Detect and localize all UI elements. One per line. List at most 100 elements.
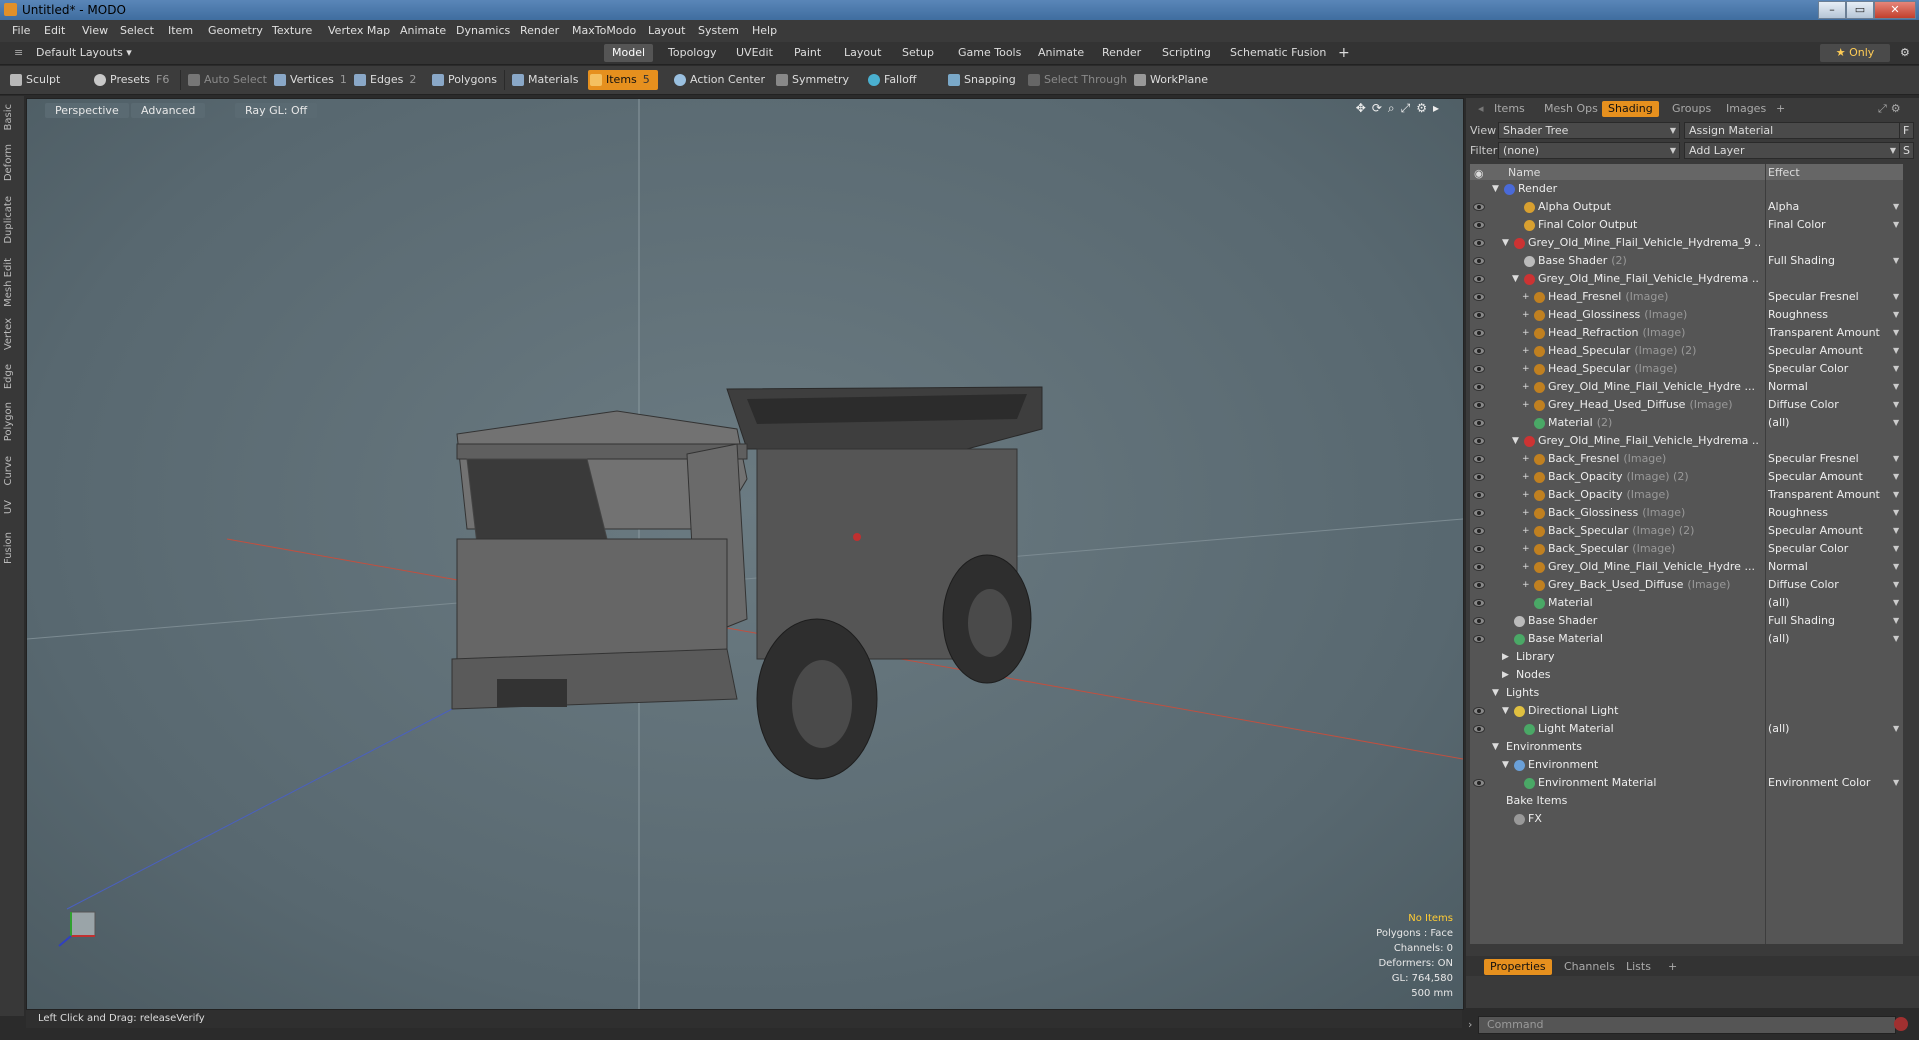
close-button[interactable]: ✕ [1874, 1, 1916, 19]
tree-row[interactable]: + Grey_Old_Mine_Flail_Vehicle_Hydre ... No… [1470, 378, 1903, 396]
visibility-eye-icon[interactable] [1473, 365, 1485, 373]
tree-row[interactable]: Alpha Output Alpha ▼ [1470, 198, 1903, 216]
tree-row[interactable]: ▼ Environment [1470, 756, 1903, 774]
tree-row[interactable]: + Back_Opacity (Image) Transparent Amount ▼ [1470, 486, 1903, 504]
chevron-down-icon[interactable]: ▼ [1893, 594, 1899, 612]
assign-material-dropdown[interactable]: Assign Material [1684, 122, 1900, 139]
effect-value[interactable]: Environment Color [1768, 774, 1888, 792]
visibility-eye-icon[interactable] [1473, 707, 1485, 715]
expand-toggle-icon[interactable]: + [1522, 504, 1530, 522]
tree-row[interactable]: Base Material (all) ▼ [1470, 630, 1903, 648]
expand-toggle-icon[interactable]: ▼ [1492, 738, 1499, 756]
s-button[interactable]: S [1899, 142, 1914, 159]
expand-toggle-icon[interactable]: + [1522, 450, 1530, 468]
visibility-eye-icon[interactable] [1473, 383, 1485, 391]
column-effect[interactable]: Effect [1768, 166, 1800, 179]
tree-row[interactable]: Environment Material Environment Color ▼ [1470, 774, 1903, 792]
auto-select-button[interactable]: Auto Select [186, 70, 267, 90]
column-name[interactable]: Name [1508, 166, 1540, 179]
tab-items[interactable]: Items [1488, 101, 1531, 117]
visibility-eye-icon[interactable] [1473, 401, 1485, 409]
add-panel-tab-button[interactable]: + [1770, 101, 1791, 117]
tree-row[interactable]: ▼ Grey_Old_Mine_Flail_Vehicle_Hydrema ... [1470, 270, 1903, 288]
visibility-eye-icon[interactable] [1473, 545, 1485, 553]
tree-row[interactable]: Light Material (all) ▼ [1470, 720, 1903, 738]
tab-setup[interactable]: Setup [894, 44, 942, 62]
add-bottom-tab-button[interactable]: + [1662, 959, 1683, 975]
select-through-button[interactable]: Select Through [1026, 70, 1127, 90]
expand-toggle-icon[interactable]: + [1522, 522, 1530, 540]
expand-toggle-icon[interactable]: ▶ [1502, 648, 1509, 666]
effect-value[interactable]: Alpha [1768, 198, 1888, 216]
edges-button[interactable]: Edges 2 [352, 70, 416, 90]
tab-topology[interactable]: Topology [660, 44, 725, 62]
add-tab-button[interactable]: + [1330, 44, 1358, 62]
sculpt-button[interactable]: Sculpt [8, 70, 60, 90]
record-icon[interactable] [1894, 1017, 1908, 1031]
visibility-eye-icon[interactable] [1473, 635, 1485, 643]
menu-system[interactable]: System [698, 24, 739, 37]
tree-row[interactable]: + Head_Specular (Image) Specular Color ▼ [1470, 360, 1903, 378]
effect-value[interactable]: (all) [1768, 630, 1888, 648]
tab-paint[interactable]: Paint [786, 44, 829, 62]
chevron-down-icon[interactable]: ▼ [1893, 252, 1899, 270]
vtab-edge[interactable]: Edge [3, 364, 14, 389]
tree-row[interactable]: Base Shader (2) Full Shading ▼ [1470, 252, 1903, 270]
effect-value[interactable]: Specular Amount [1768, 522, 1888, 540]
effect-value[interactable]: Specular Color [1768, 540, 1888, 558]
menu-maxtomodo[interactable]: MaxToModo [572, 24, 636, 37]
effect-value[interactable]: Diffuse Color [1768, 396, 1888, 414]
visibility-eye-icon[interactable] [1473, 599, 1485, 607]
chevron-down-icon[interactable]: ▼ [1893, 486, 1899, 504]
chevron-down-icon[interactable]: ▼ [1893, 378, 1899, 396]
materials-button[interactable]: Materials [510, 70, 578, 90]
tab-groups[interactable]: Groups [1666, 101, 1717, 117]
expand-toggle-icon[interactable]: + [1522, 360, 1530, 378]
chevron-down-icon[interactable]: ▼ [1893, 504, 1899, 522]
menu-vertex-map[interactable]: Vertex Map [328, 24, 390, 37]
visibility-eye-icon[interactable] [1473, 347, 1485, 355]
visibility-eye-icon[interactable] [1473, 311, 1485, 319]
tree-row[interactable]: ▶ Nodes [1470, 666, 1903, 684]
tab-lists[interactable]: Lists [1620, 959, 1657, 975]
menu-render[interactable]: Render [520, 24, 559, 37]
visibility-eye-icon[interactable] [1473, 455, 1485, 463]
symmetry-button[interactable]: Symmetry [774, 70, 849, 90]
vtab-deform[interactable]: Deform [3, 144, 14, 181]
chevron-down-icon[interactable]: ▼ [1893, 468, 1899, 486]
tree-row[interactable]: + Back_Opacity (Image) (2) Specular Amount ▼ [1470, 468, 1903, 486]
tree-row[interactable]: ▶ Library [1470, 648, 1903, 666]
expand-toggle-icon[interactable]: + [1522, 324, 1530, 342]
tab-mesh-ops[interactable]: Mesh Ops [1538, 101, 1604, 117]
effect-value[interactable]: Specular Fresnel [1768, 450, 1888, 468]
effect-value[interactable]: Final Color [1768, 216, 1888, 234]
expand-toggle-icon[interactable]: + [1522, 306, 1530, 324]
menu-texture[interactable]: Texture [272, 24, 312, 37]
effect-value[interactable]: (all) [1768, 594, 1888, 612]
add-layer-dropdown[interactable]: Add Layer ▼ [1684, 142, 1900, 159]
effect-value[interactable]: (all) [1768, 414, 1888, 432]
visibility-eye-icon[interactable] [1473, 779, 1485, 787]
effect-value[interactable]: Specular Color [1768, 360, 1888, 378]
tab-channels[interactable]: Channels [1558, 959, 1621, 975]
chevron-down-icon[interactable]: ▼ [1893, 324, 1899, 342]
menu-edit[interactable]: Edit [44, 24, 65, 37]
tab-layout[interactable]: Layout [836, 44, 889, 62]
filter-dropdown[interactable]: (none) ▼ [1498, 142, 1680, 159]
chevron-down-icon[interactable]: ▼ [1893, 576, 1899, 594]
vtab-vertex[interactable]: Vertex [3, 318, 14, 350]
visibility-eye-icon[interactable] [1473, 203, 1485, 211]
tree-row[interactable]: + Head_Refraction (Image) Transparent Amoun… [1470, 324, 1903, 342]
effect-value[interactable]: Roughness [1768, 306, 1888, 324]
expand-toggle-icon[interactable]: + [1522, 486, 1530, 504]
vtab-fusion[interactable]: Fusion [3, 532, 14, 564]
expand-toggle-icon[interactable]: ▼ [1502, 702, 1509, 720]
expand-toggle-icon[interactable]: ▼ [1492, 684, 1499, 702]
effect-value[interactable]: Specular Amount [1768, 468, 1888, 486]
expand-toggle-icon[interactable]: + [1522, 342, 1530, 360]
tree-row[interactable]: Bake Items [1470, 792, 1903, 810]
tree-row[interactable]: ▼ Environments [1470, 738, 1903, 756]
effect-value[interactable]: Normal [1768, 558, 1888, 576]
expand-toggle-icon[interactable]: + [1522, 378, 1530, 396]
expand-toggle-icon[interactable]: ▼ [1502, 234, 1509, 252]
